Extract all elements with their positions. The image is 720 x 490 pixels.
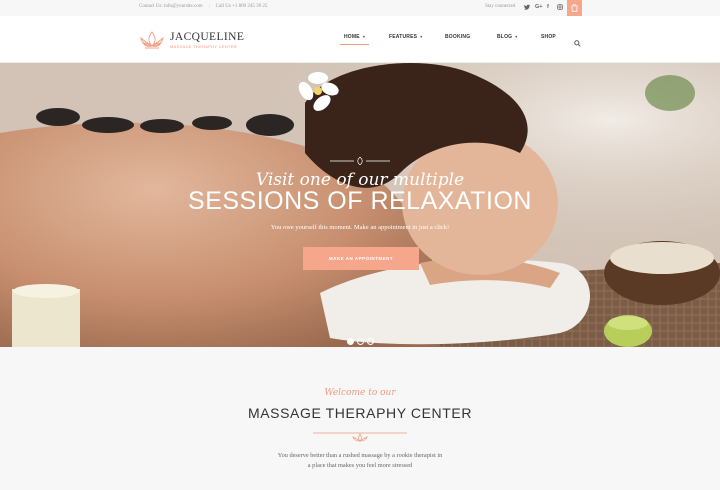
nav-item-home[interactable]: HOME ▾ [339, 34, 370, 45]
welcome-title: MASSAGE THERAPHY CENTER [247, 405, 473, 421]
top-bar: Contact Us: info@yoursite.com | Call Us +1… [0, 0, 720, 16]
twitter-icon[interactable] [524, 4, 530, 12]
shopping-bag-icon [571, 4, 578, 12]
nav-item-features[interactable]: FEATURES ▾ [389, 34, 422, 40]
hero-subtitle: You owe yourself this moment. Make an ap… [270, 224, 450, 231]
welcome-description: You deserve better than a rushed massage… [0, 451, 720, 471]
welcome-script-heading: Welcome to our [324, 388, 396, 398]
nav-label: FEATURES [389, 34, 418, 40]
slider-dot[interactable] [357, 338, 364, 345]
chevron-down-icon: ▾ [515, 34, 518, 39]
welcome-text-line: a place that makes you feel more stresse… [307, 462, 413, 469]
logo-title[interactable]: JACQUELINE [170, 31, 244, 43]
lotus-divider-icon [313, 432, 407, 442]
nav-label: HOME [344, 34, 360, 40]
welcome-text-line: You deserve better than a rushed massage… [277, 452, 443, 459]
facebook-icon[interactable]: f [547, 4, 549, 10]
welcome-section: Welcome to our MASSAGE THERAPHY CENTER Y… [0, 347, 720, 490]
search-icon[interactable] [574, 34, 581, 52]
logo-subtitle: MASSAGE THERAPHY CENTER [170, 44, 237, 49]
slider-dot[interactable] [367, 338, 374, 345]
nav-item-booking[interactable]: BOOKING [445, 34, 470, 40]
ornament-divider-icon [330, 157, 390, 165]
hero-title: SESSIONS OF RELAXATION [188, 187, 532, 215]
chevron-down-icon: ▾ [362, 34, 366, 39]
lotus-logo-icon[interactable] [138, 29, 166, 56]
nav-item-blog[interactable]: BLOG ▾ [497, 34, 517, 40]
nav-item-shop[interactable]: SHOP [541, 34, 556, 40]
make-appointment-button[interactable]: MAKE AN APPOINTMENT [303, 247, 419, 270]
contact-email[interactable]: Contact Us: info@yoursite.com [139, 4, 203, 9]
slider-dot[interactable] [347, 338, 354, 345]
divider: | [208, 4, 210, 9]
nav-label: SHOP [541, 34, 556, 40]
slider-pagination [347, 332, 377, 347]
hero-slider: Visit one of our multiple SESSIONS OF RE… [0, 63, 720, 347]
instagram-icon[interactable] [557, 4, 563, 12]
site-header: JACQUELINE MASSAGE THERAPHY CENTER HOME ▾… [0, 16, 720, 63]
nav-label: BOOKING [445, 34, 471, 40]
cart-button[interactable] [567, 0, 582, 16]
contact-info: Contact Us: info@yoursite.com | Call Us +1… [139, 4, 267, 9]
google-plus-icon[interactable]: G+ [535, 4, 543, 10]
stay-connected-label: Stay connected [485, 4, 516, 9]
chevron-down-icon: ▾ [420, 34, 423, 39]
nav-label: BLOG [497, 34, 513, 40]
contact-phone[interactable]: Call Us +1 800 245 39 25 [216, 4, 268, 9]
